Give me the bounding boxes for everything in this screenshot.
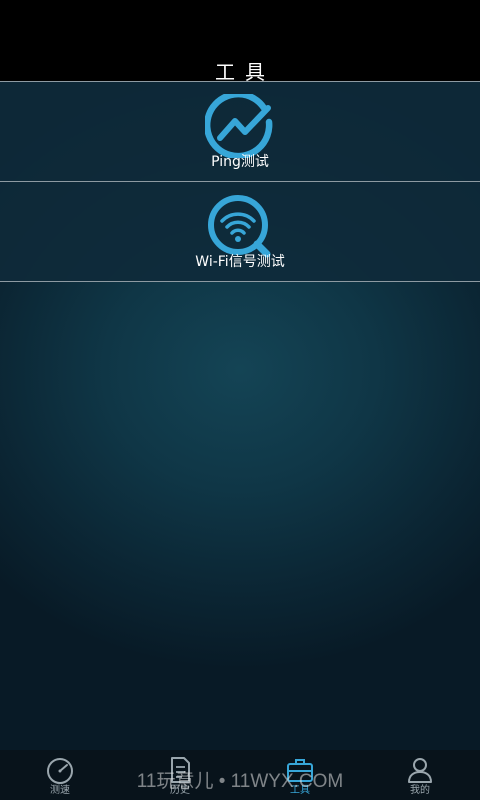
document-icon: [171, 757, 190, 783]
wifi-signal-test-item[interactable]: Wi-Fi信号测试: [0, 181, 480, 282]
tools-screen: 工具 Ping测试 Wi-Fi信号测试 测速 历史 工具 我的 11玩意儿 • …: [0, 0, 480, 800]
title-bar: 工具: [0, 44, 480, 84]
speedometer-icon: [47, 758, 73, 784]
nav-tab-speedtest[interactable]: 测速: [0, 750, 120, 800]
nav-label-tools: 工具: [290, 785, 310, 796]
ping-test-item[interactable]: Ping测试: [0, 81, 480, 181]
ping-test-label: Ping测试: [211, 154, 269, 170]
bottom-navigation: 测速 历史 工具 我的: [0, 750, 480, 800]
nav-label-history: 历史: [170, 785, 190, 796]
wifi-signal-test-label: Wi-Fi信号测试: [195, 254, 285, 270]
ping-chart-icon: [203, 90, 275, 160]
nav-label-profile: 我的: [410, 785, 430, 796]
toolbox-icon: [287, 759, 313, 782]
nav-tab-tools[interactable]: 工具: [240, 750, 360, 800]
nav-tab-profile[interactable]: 我的: [360, 750, 480, 800]
nav-tab-history[interactable]: 历史: [120, 750, 240, 800]
wifi-search-icon: [205, 194, 275, 258]
status-bar: [0, 0, 480, 44]
nav-label-speedtest: 测速: [50, 785, 70, 796]
user-icon: [408, 758, 432, 783]
